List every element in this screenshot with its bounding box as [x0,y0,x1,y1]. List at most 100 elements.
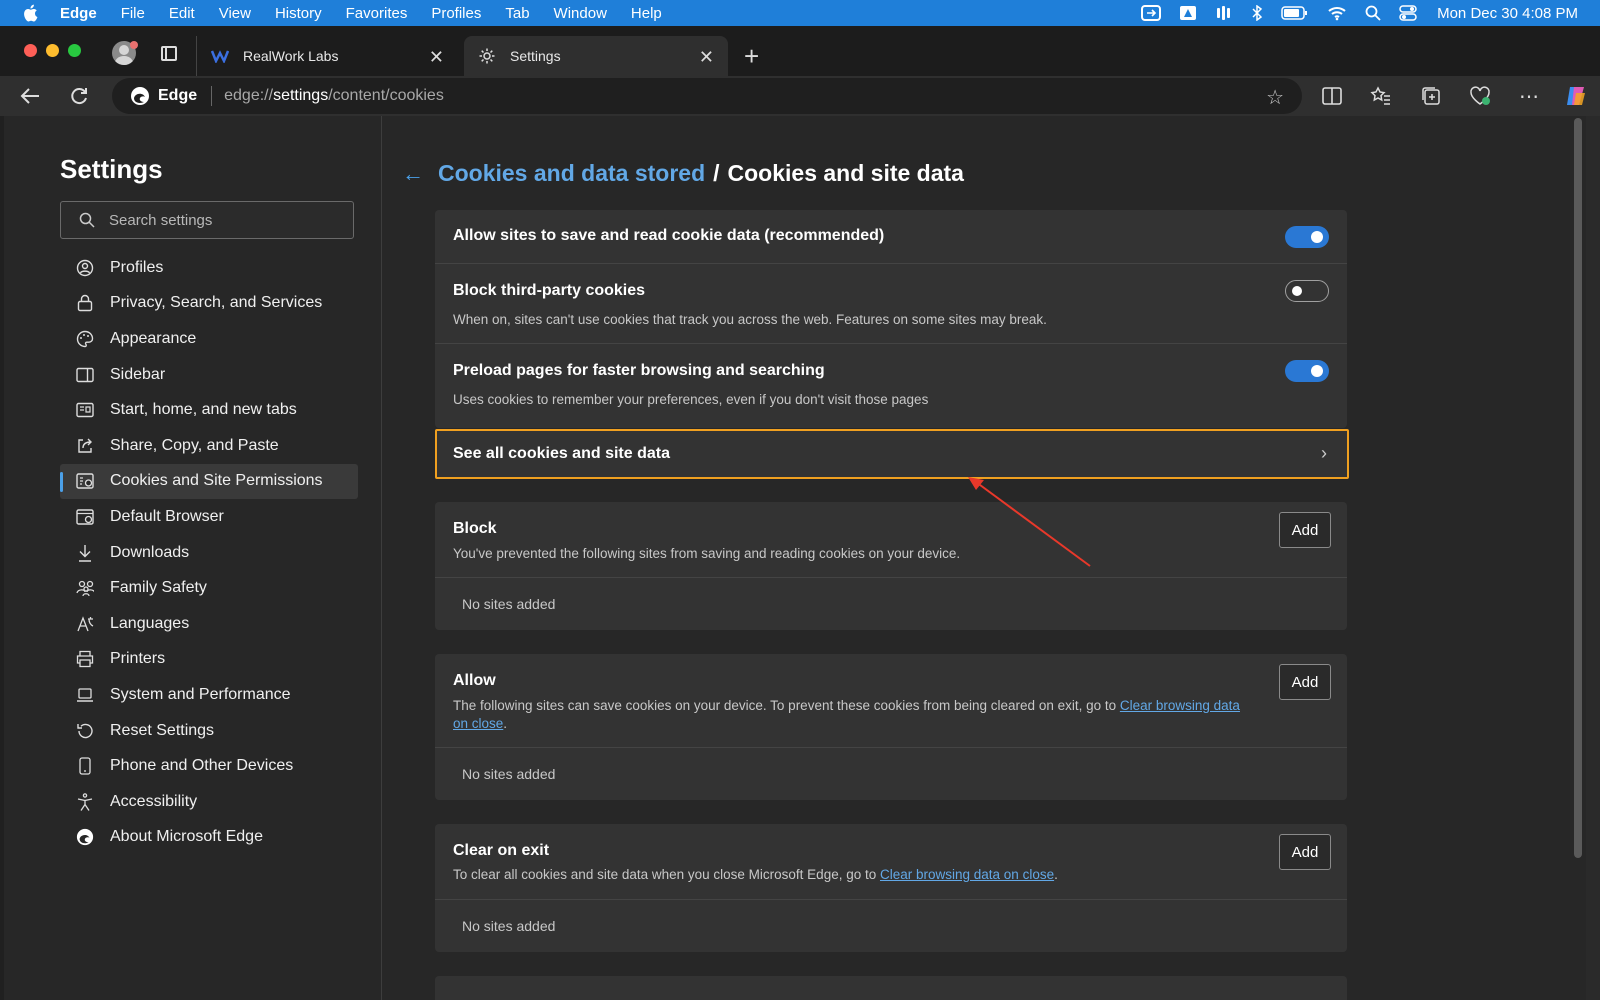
setting-title: Block third-party cookies [453,282,646,299]
menu-favorites[interactable]: Favorites [346,5,408,22]
sidebar-item-accessibility[interactable]: Accessibility [60,784,358,820]
audio-bars-icon[interactable] [1215,5,1233,21]
setting-description: When on, sites can't use cookies that tr… [453,312,1047,327]
phone-icon [76,757,94,775]
settings-sidebar: Settings Profiles Privacy, Search, and S… [4,116,382,1000]
block-list: No sites added [435,578,1347,630]
sidebar-item-label: Sidebar [110,365,166,383]
scrollbar-thumb[interactable] [1574,118,1582,858]
minimize-window-button[interactable] [46,44,59,57]
close-window-button[interactable] [24,44,37,57]
sidebar-item-downloads[interactable]: Downloads [60,535,358,571]
control-center-icon[interactable] [1399,5,1417,21]
sidebar-item-privacy[interactable]: Privacy, Search, and Services [60,286,358,322]
page-scrollbar[interactable] [1574,116,1582,1000]
address-bar[interactable]: Edge edge://settings/content/cookies ☆ [112,78,1302,114]
zoom-window-button[interactable] [68,44,81,57]
setting-description: Uses cookies to remember your preference… [453,392,929,407]
menubar-status-area: Mon Dec 30 4:08 PM [1123,0,1578,26]
edge-logo-icon [130,86,150,106]
sidebar-item-phone[interactable]: Phone and Other Devices [60,748,358,784]
split-screen-icon[interactable] [1320,84,1344,108]
collections-icon[interactable] [1419,84,1443,108]
refresh-icon[interactable] [67,84,91,108]
sidebar-item-share[interactable]: Share, Copy, and Paste [60,428,358,464]
copilot-icon[interactable] [1564,84,1588,108]
sidebar-item-start-home[interactable]: Start, home, and new tabs [60,392,358,428]
favorites-icon[interactable] [1369,84,1393,108]
menu-tab[interactable]: Tab [505,5,529,22]
sidebar-item-cookies[interactable]: Cookies and Site Permissions [60,463,358,500]
clear-on-exit-add-button[interactable]: Add [1279,834,1331,870]
sidebar-item-reset[interactable]: Reset Settings [60,713,358,749]
clear-browsing-data-link[interactable]: Clear browsing data on close [880,867,1054,882]
menu-history[interactable]: History [275,5,322,22]
menu-help[interactable]: Help [631,5,662,22]
tab-settings[interactable]: Settings ✕ [464,36,728,76]
tab-realwork-labs[interactable]: RealWork Labs ✕ [196,36,458,76]
search-box[interactable] [60,201,354,239]
sidebar-item-appearance[interactable]: Appearance [60,321,358,357]
sidebar-item-label: System and Performance [110,685,291,703]
search-icon [79,212,95,228]
drive-icon[interactable] [1179,5,1197,21]
tab-title: RealWork Labs [243,48,339,64]
see-all-cookies-row[interactable]: See all cookies and site data › [435,429,1349,479]
empty-state-text: No sites added [462,918,556,934]
preload-pages-toggle[interactable] [1285,360,1329,382]
url-text[interactable]: edge://settings/content/cookies [224,87,444,105]
spotlight-search-icon[interactable] [1365,5,1381,21]
chevron-right-icon: › [1321,443,1327,463]
wifi-icon[interactable] [1327,5,1347,21]
sidebar-item-label: Printers [110,650,166,668]
breadcrumb-parent-link[interactable]: Cookies and data stored [438,160,705,187]
sidebar-item-label: Phone and Other Devices [110,757,294,775]
menu-edit[interactable]: Edit [169,5,195,22]
menu-profiles[interactable]: Profiles [431,5,481,22]
see-all-cookies-label: See all cookies and site data [453,445,670,462]
new-tab-button[interactable]: + [744,43,759,69]
menu-file[interactable]: File [121,5,145,22]
allow-list: No sites added [435,748,1347,800]
sidebar-item-sidebar[interactable]: Sidebar [60,357,358,393]
menubar-clock[interactable]: Mon Dec 30 4:08 PM [1437,5,1578,22]
bluetooth-icon[interactable] [1251,5,1263,21]
battery-icon[interactable] [1281,6,1309,20]
next-section-card [435,976,1347,1000]
close-tab-icon[interactable]: ✕ [699,47,714,68]
back-arrow-icon[interactable]: ← [402,161,424,187]
menu-app-name[interactable]: Edge [60,5,97,22]
palette-icon [76,330,94,348]
tab-actions-icon[interactable] [161,46,177,61]
languages-icon [76,615,94,633]
section-description: The following sites can save cookies on … [453,698,1240,731]
allow-add-button[interactable]: Add [1279,664,1331,700]
more-options-icon[interactable]: ⋯ [1517,84,1541,108]
back-arrow-icon[interactable] [18,84,42,108]
sidebar-item-printers[interactable]: Printers [60,642,358,678]
sidebar-item-system[interactable]: System and Performance [60,677,358,713]
close-tab-icon[interactable]: ✕ [429,47,444,68]
favorite-star-icon[interactable]: ☆ [1266,85,1284,110]
browser-toolbar: Edge edge://settings/content/cookies ☆ ⋯ [0,76,1600,116]
sidebar-item-about[interactable]: About Microsoft Edge [60,820,358,856]
address-separator [211,86,213,106]
clear-on-exit-header: Clear on exit To clear all cookies and s… [435,824,1347,900]
browser-essentials-icon[interactable] [1468,84,1492,108]
sidebar-item-languages[interactable]: Languages [60,606,358,642]
block-third-party-toggle[interactable] [1285,280,1329,302]
annotation-arrow [968,477,1091,567]
sidebar-item-family[interactable]: Family Safety [60,570,358,606]
settings-content: ← Cookies and data stored / Cookies and … [382,116,1586,1000]
apple-icon[interactable] [22,4,42,22]
menu-window[interactable]: Window [554,5,607,22]
block-add-button[interactable]: Add [1279,512,1331,548]
menu-view[interactable]: View [219,5,251,22]
search-input[interactable] [109,211,339,229]
sidebar-item-label: About Microsoft Edge [110,828,263,846]
sidebar-item-profiles[interactable]: Profiles [60,250,358,286]
empty-state-text: No sites added [462,766,556,782]
allow-cookies-toggle[interactable] [1285,226,1329,248]
remote-icon[interactable] [1141,5,1162,21]
sidebar-item-default-browser[interactable]: Default Browser [60,499,358,535]
